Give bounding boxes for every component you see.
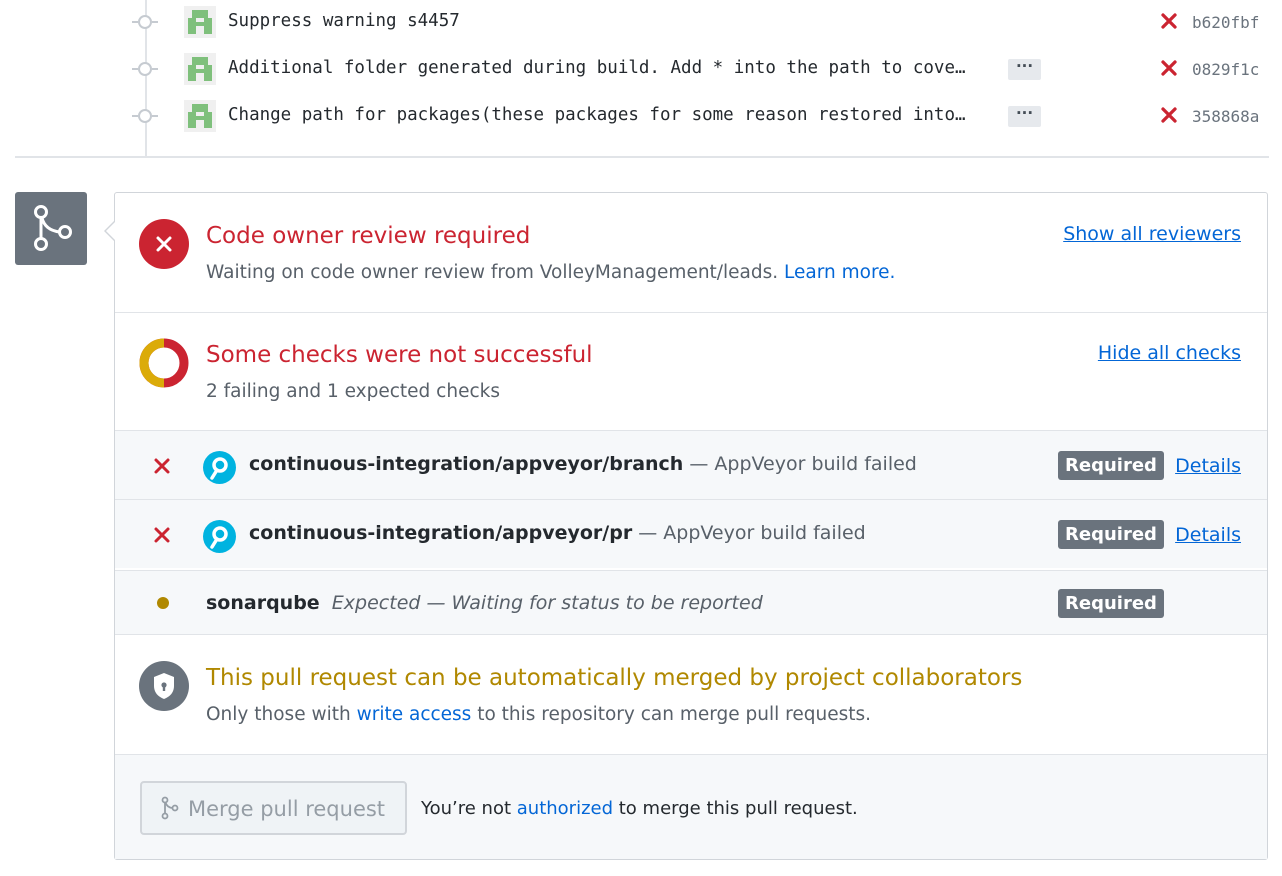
appveyor-logo-icon — [203, 520, 236, 553]
learn-more-link[interactable]: Learn more. — [784, 262, 895, 283]
commit-icon — [132, 109, 158, 123]
x-icon[interactable] — [1160, 106, 1178, 124]
check-description: — AppVeyor build failed — [632, 522, 866, 544]
merge-note-text: You’re not — [421, 798, 517, 819]
required-badge: Required — [1058, 520, 1164, 549]
x-circle-icon — [139, 219, 189, 269]
x-icon — [154, 527, 170, 543]
review-subtitle: Waiting on code owner review from Volley… — [206, 262, 895, 283]
status-check-row: continuous-integration/appveyor/pr — App… — [115, 499, 1267, 568]
x-icon[interactable] — [1160, 59, 1178, 77]
check-details-link[interactable]: Details — [1175, 455, 1241, 477]
commit-row: Suppress warning s4457 b620fbf — [0, 2, 1282, 42]
show-all-reviewers-link[interactable]: Show all reviewers — [1063, 223, 1241, 245]
user-avatar[interactable] — [184, 6, 216, 38]
status-check-row: continuous-integration/appveyor/branch —… — [115, 430, 1267, 499]
commit-sha[interactable]: 0829f1c — [1192, 60, 1259, 79]
checks-donut-icon — [139, 338, 189, 388]
checks-summary-subtitle: 2 failing and 1 expected checks — [206, 381, 500, 402]
required-badge: Required — [1058, 451, 1164, 480]
check-label: continuous-integration/appveyor/pr — App… — [249, 522, 866, 544]
check-description: — AppVeyor build failed — [683, 453, 917, 475]
check-name: sonarqube — [206, 592, 320, 614]
merge-info-title: This pull request can be automatically m… — [206, 665, 1023, 691]
merge-button-label: Merge pull request — [188, 797, 386, 821]
merge-pull-request-button[interactable]: Merge pull request — [140, 781, 407, 835]
git-merge-icon — [161, 796, 179, 820]
checks-summary-section: Some checks were not successful 2 failin… — [115, 313, 1267, 430]
x-icon[interactable] — [1160, 12, 1178, 30]
review-title: Code owner review required — [206, 223, 531, 249]
merge-info-text: Only those with — [206, 704, 357, 725]
check-name: continuous-integration/appveyor/pr — [249, 522, 633, 544]
user-avatar[interactable] — [184, 100, 216, 132]
x-icon — [154, 458, 170, 474]
merge-note: You’re not authorized to merge this pull… — [421, 798, 858, 819]
merge-info-text: to this repository can merge pull reques… — [471, 704, 872, 725]
expand-message-button[interactable]: ··· — [1008, 59, 1041, 80]
commit-icon — [132, 62, 158, 76]
appveyor-logo-icon — [203, 451, 236, 484]
hide-all-checks-link[interactable]: Hide all checks — [1098, 342, 1241, 364]
divider — [15, 156, 1269, 158]
merge-status-icon-box — [15, 192, 87, 265]
authorized-link[interactable]: authorized — [517, 798, 613, 819]
commit-row: Additional folder generated during build… — [0, 49, 1282, 89]
merge-footer: Merge pull request You’re not authorized… — [115, 754, 1267, 859]
required-badge: Required — [1058, 589, 1164, 618]
merge-panel: Code owner review required Waiting on co… — [114, 192, 1268, 860]
commit-icon — [132, 15, 158, 29]
check-label: sonarqube Expected — Waiting for status … — [206, 592, 763, 614]
expand-message-button[interactable]: ··· — [1008, 106, 1041, 127]
check-name: continuous-integration/appveyor/branch — [249, 453, 684, 475]
commit-sha[interactable]: 358868a — [1192, 107, 1259, 126]
merge-info-section: This pull request can be automatically m… — [115, 635, 1267, 754]
commit-message[interactable]: Additional folder generated during build… — [228, 58, 998, 78]
commit-row: Change path for packages(these packages … — [0, 96, 1282, 136]
merge-note-text: to merge this pull request. — [613, 798, 858, 819]
check-label: continuous-integration/appveyor/branch —… — [249, 453, 917, 475]
review-section: Code owner review required Waiting on co… — [115, 193, 1267, 312]
commit-message[interactable]: Suppress warning s4457 — [228, 11, 998, 31]
check-description: Expected — Waiting for status to be repo… — [331, 592, 763, 614]
pending-dot-icon — [157, 597, 169, 609]
status-check-row: sonarqube Expected — Waiting for status … — [115, 570, 1267, 635]
commit-message[interactable]: Change path for packages(these packages … — [228, 105, 998, 125]
check-details-link[interactable]: Details — [1175, 524, 1241, 546]
checks-summary-title: Some checks were not successful — [206, 342, 593, 368]
commit-list: Suppress warning s4457 b620fbf Additiona… — [0, 0, 1282, 158]
panel-pointer-inner — [106, 221, 116, 241]
commit-sha[interactable]: b620fbf — [1192, 13, 1259, 32]
user-avatar[interactable] — [184, 53, 216, 85]
merge-info-subtitle: Only those with write access to this rep… — [206, 704, 871, 725]
git-merge-icon — [34, 205, 72, 251]
write-access-link[interactable]: write access — [357, 704, 472, 725]
review-subtitle-text: Waiting on code owner review from Volley… — [206, 262, 785, 283]
shield-lock-icon — [139, 661, 189, 711]
